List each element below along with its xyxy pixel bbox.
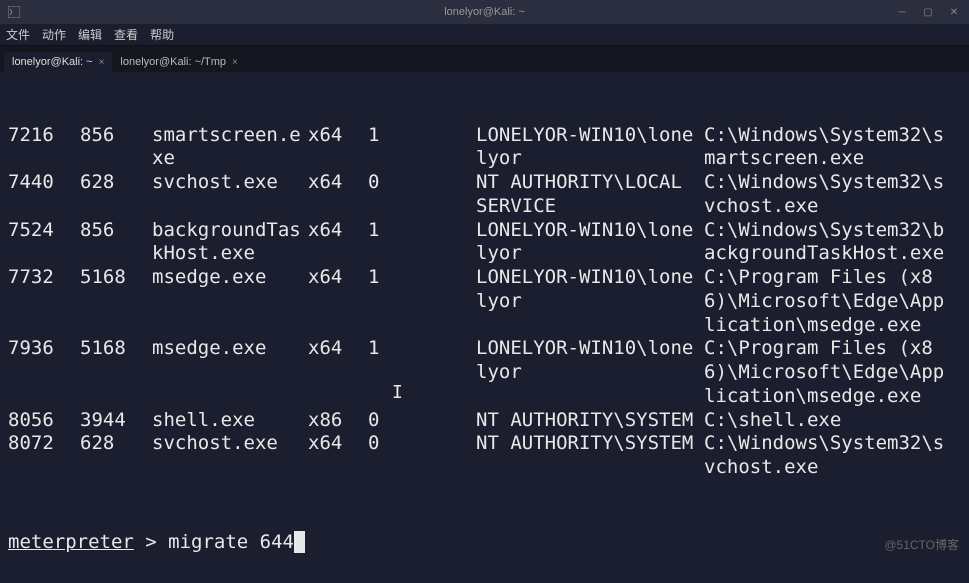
tab-label: lonelyor@Kali: ~/Tmp — [120, 56, 226, 68]
session-cell: 1 — [368, 219, 476, 267]
pid-cell: 7524 — [8, 219, 80, 267]
arch-cell: x64 — [308, 124, 368, 172]
path-cell: C:\shell.exe — [704, 409, 954, 433]
name-cell: svchost.exe — [152, 171, 308, 219]
name-cell: shell.exe — [152, 409, 308, 433]
pid-cell: 7216 — [8, 124, 80, 172]
pid-cell: 7732 — [8, 266, 80, 337]
tab-terminal-2[interactable]: lonelyor@Kali: ~/Tmp × — [112, 52, 245, 72]
name-cell: svchost.exe — [152, 432, 308, 480]
window-title: lonelyor@Kali: ~ — [444, 6, 525, 18]
menubar: 文件 动作 编辑 查看 帮助 — [0, 24, 969, 46]
ppid-cell: 5168 — [80, 266, 152, 337]
session-cell: 1 — [368, 266, 476, 337]
pid-cell: 8056 — [8, 409, 80, 433]
path-cell: C:\Windows\System32\svchost.exe — [704, 432, 954, 480]
path-cell: C:\Windows\System32\svchost.exe — [704, 171, 954, 219]
close-icon[interactable]: × — [232, 57, 238, 68]
process-row: 7440628svchost.exex640NT AUTHORITY\LOCAL… — [8, 171, 961, 219]
tabbar: lonelyor@Kali: ~ × lonelyor@Kali: ~/Tmp … — [0, 46, 969, 72]
user-cell: LONELYOR-WIN10\lonelyor — [476, 124, 704, 172]
ppid-cell: 628 — [80, 432, 152, 480]
user-cell: NT AUTHORITY\LOCAL SERVICE — [476, 171, 704, 219]
arch-cell: x64 — [308, 219, 368, 267]
arch-cell: x64 — [308, 171, 368, 219]
cursor — [294, 531, 305, 553]
path-cell: C:\Windows\System32\smartscreen.exe — [704, 124, 954, 172]
prompt-line: meterpreter > migrate 644 — [8, 531, 961, 555]
process-row: 7216856smartscreen.exex641LONELYOR-WIN10… — [8, 124, 961, 172]
pid-cell: 7936 — [8, 337, 80, 408]
pid-cell: 8072 — [8, 432, 80, 480]
process-row: 8072628svchost.exex640NT AUTHORITY\SYSTE… — [8, 432, 961, 480]
arch-cell: x86 — [308, 409, 368, 433]
menu-view[interactable]: 查看 — [114, 26, 138, 43]
ppid-cell: 856 — [80, 219, 152, 267]
prompt-command[interactable]: migrate 644 — [168, 531, 294, 553]
user-cell: LONELYOR-WIN10\lonelyor — [476, 219, 704, 267]
process-row: 7524856backgroundTaskHost.exex641LONELYO… — [8, 219, 961, 267]
session-cell: 1 — [368, 337, 476, 408]
titlebar-left — [8, 6, 20, 18]
name-cell: msedge.exe — [152, 266, 308, 337]
prompt-label: meterpreter — [8, 531, 134, 553]
arch-cell: x64 — [308, 432, 368, 480]
titlebar: lonelyor@Kali: ~ ─ ▢ ✕ — [0, 0, 969, 24]
name-cell: backgroundTaskHost.exe — [152, 219, 308, 267]
terminal-output[interactable]: 7216856smartscreen.exex641LONELYOR-WIN10… — [0, 72, 969, 583]
ppid-cell: 5168 — [80, 337, 152, 408]
user-cell: NT AUTHORITY\SYSTEM — [476, 409, 704, 433]
session-cell: 1 — [368, 124, 476, 172]
text-cursor-ibeam: I — [392, 382, 403, 403]
pid-cell: 7440 — [8, 171, 80, 219]
menu-actions[interactable]: 动作 — [42, 26, 66, 43]
name-cell: msedge.exe — [152, 337, 308, 408]
menu-file[interactable]: 文件 — [6, 26, 30, 43]
user-cell: LONELYOR-WIN10\lonelyor — [476, 337, 704, 408]
tab-terminal-1[interactable]: lonelyor@Kali: ~ × — [4, 52, 112, 72]
session-cell: 0 — [368, 432, 476, 480]
process-row: 80563944shell.exex860NT AUTHORITY\SYSTEM… — [8, 409, 961, 433]
ppid-cell: 3944 — [80, 409, 152, 433]
ppid-cell: 628 — [80, 171, 152, 219]
arch-cell: x64 — [308, 337, 368, 408]
user-cell: LONELYOR-WIN10\lonelyor — [476, 266, 704, 337]
terminal-icon — [8, 6, 20, 18]
path-cell: C:\Program Files (x86)\Microsoft\Edge\Ap… — [704, 266, 954, 337]
ppid-cell: 856 — [80, 124, 152, 172]
process-row: 79365168msedge.exex641LONELYOR-WIN10\lon… — [8, 337, 961, 408]
prompt-separator: > — [134, 531, 168, 553]
path-cell: C:\Program Files (x86)\Microsoft\Edge\Ap… — [704, 337, 954, 408]
close-icon[interactable]: ✕ — [947, 5, 961, 19]
session-cell: 0 — [368, 409, 476, 433]
watermark: @51CTO博客 — [884, 536, 959, 553]
arch-cell: x64 — [308, 266, 368, 337]
minimize-icon[interactable]: ─ — [895, 5, 909, 19]
path-cell: C:\Windows\System32\backgroundTaskHost.e… — [704, 219, 954, 267]
menu-help[interactable]: 帮助 — [150, 26, 174, 43]
close-icon[interactable]: × — [99, 57, 105, 68]
name-cell: smartscreen.exe — [152, 124, 308, 172]
process-row: 77325168msedge.exex641LONELYOR-WIN10\lon… — [8, 266, 961, 337]
session-cell: 0 — [368, 171, 476, 219]
maximize-icon[interactable]: ▢ — [921, 5, 935, 19]
user-cell: NT AUTHORITY\SYSTEM — [476, 432, 704, 480]
menu-edit[interactable]: 编辑 — [78, 26, 102, 43]
window-controls: ─ ▢ ✕ — [895, 5, 961, 19]
tab-label: lonelyor@Kali: ~ — [12, 56, 93, 68]
